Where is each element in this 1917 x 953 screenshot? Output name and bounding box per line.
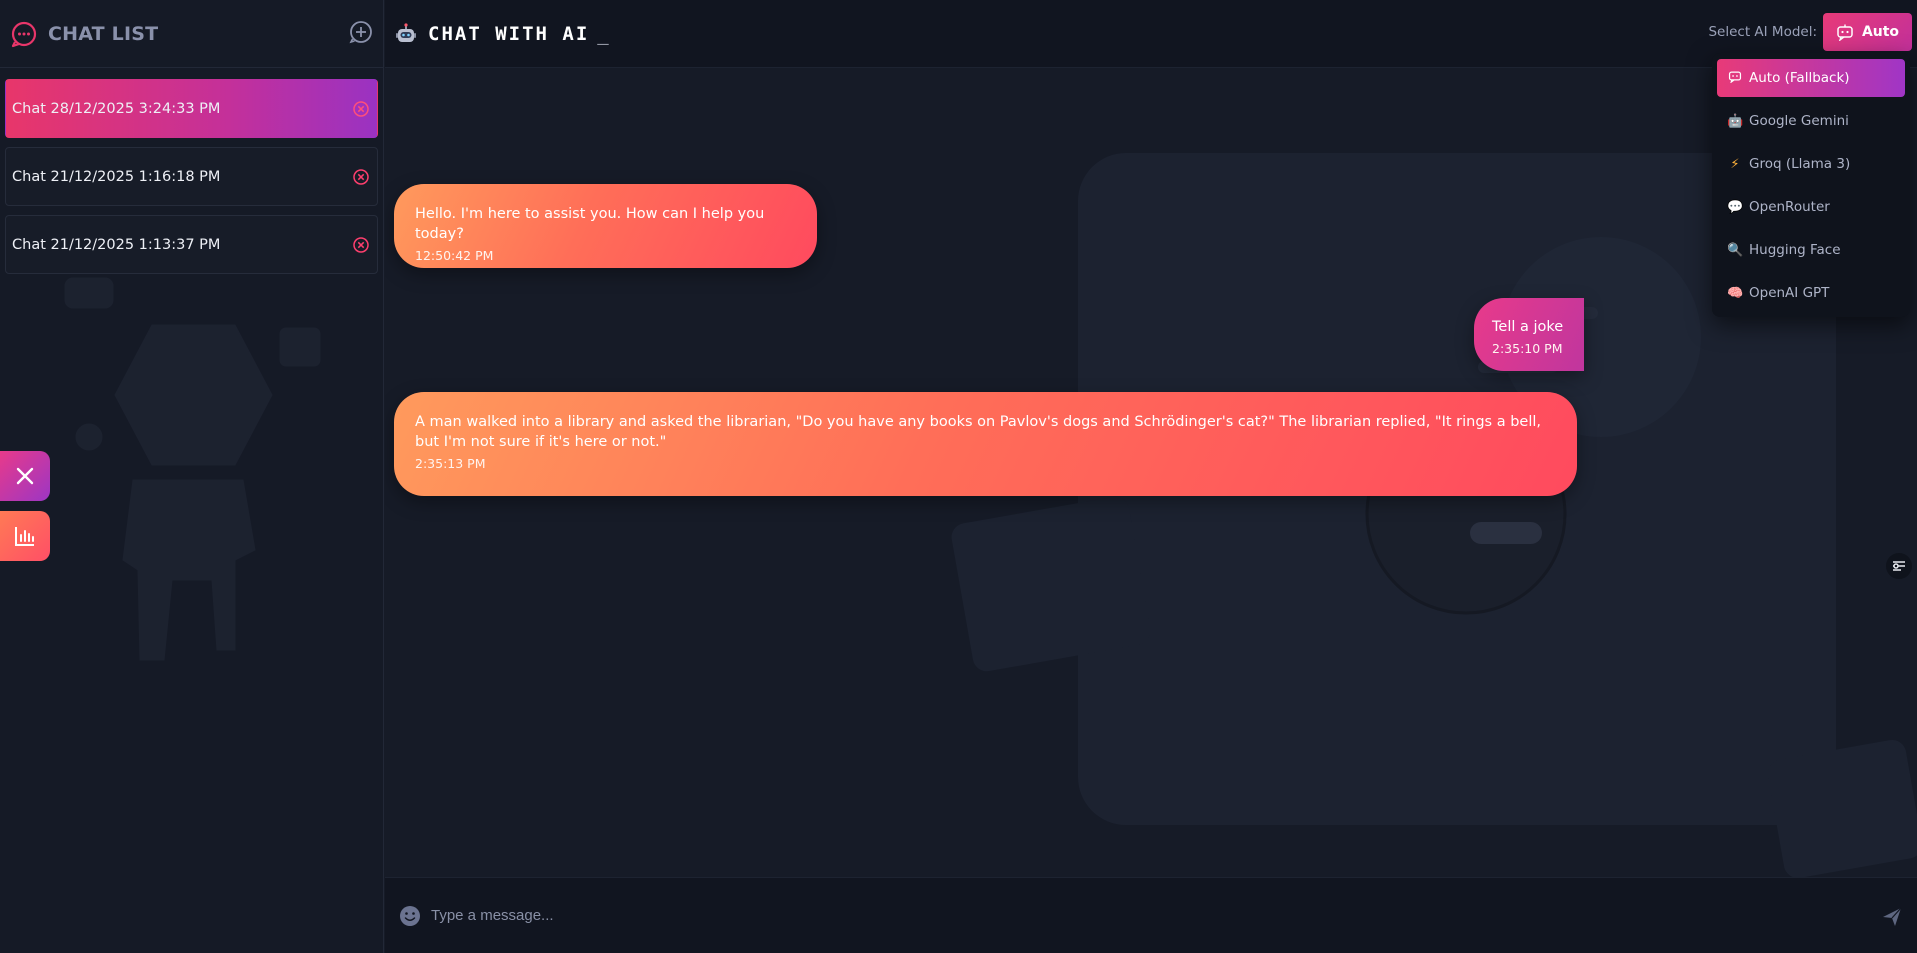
lightning-icon: ⚡ bbox=[1730, 156, 1740, 172]
close-icon bbox=[16, 467, 34, 485]
delete-chat-icon[interactable] bbox=[351, 167, 371, 187]
chat-list-item[interactable]: Chat 21/12/2025 1:16:18 PM bbox=[5, 147, 378, 206]
message-timestamp: 2:35:10 PM bbox=[1492, 341, 1563, 356]
message-text: Hello. I'm here to assist you. How can I… bbox=[415, 206, 765, 242]
emoji-icon[interactable] bbox=[399, 905, 421, 927]
chat-list-item[interactable]: Chat 28/12/2025 3:24:33 PM bbox=[5, 79, 378, 138]
message-area[interactable]: Hello. I'm here to assist you. How can I… bbox=[385, 69, 1917, 877]
message-input-bar bbox=[385, 877, 1917, 953]
message-text: Tell a joke bbox=[1492, 319, 1564, 335]
model-option-label: Hugging Face bbox=[1749, 242, 1841, 258]
model-option-huggingface[interactable]: 🔍 Hugging Face bbox=[1717, 231, 1905, 269]
message-text: A man walked into a library and asked th… bbox=[415, 414, 1541, 450]
model-option-label: Groq (Llama 3) bbox=[1749, 156, 1851, 172]
model-option-label: Auto (Fallback) bbox=[1749, 70, 1850, 86]
brain-icon: 🧠 bbox=[1727, 285, 1744, 301]
robot-icon bbox=[396, 22, 416, 42]
sidebar-header: CHAT LIST bbox=[0, 0, 383, 68]
add-chat-icon bbox=[349, 21, 372, 44]
bot-icon bbox=[1727, 69, 1743, 87]
send-icon[interactable] bbox=[1881, 906, 1903, 928]
sliders-icon bbox=[1893, 561, 1905, 571]
chat-header: CHAT WITH AI _ Select AI Model: Auto bbox=[385, 0, 1917, 68]
chat-list-item-label: Chat 21/12/2025 1:16:18 PM bbox=[12, 168, 221, 185]
new-chat-button[interactable] bbox=[348, 19, 374, 45]
chat-bubble-icon bbox=[10, 20, 38, 48]
model-option-label: Google Gemini bbox=[1749, 113, 1849, 129]
model-option-groq[interactable]: ⚡ Groq (Llama 3) bbox=[1717, 145, 1905, 183]
ai-message: Hello. I'm here to assist you. How can I… bbox=[394, 184, 817, 268]
bar-chart-icon bbox=[15, 527, 34, 546]
message-timestamp: 2:35:13 PM bbox=[415, 456, 486, 471]
close-sidebar-button[interactable] bbox=[0, 451, 50, 501]
model-select-value: Auto bbox=[1861, 24, 1900, 40]
chat-main: CHAT WITH AI _ Select AI Model: Auto Hel… bbox=[385, 0, 1917, 953]
model-dropdown: Auto (Fallback) 🤖 Google Gemini ⚡ Groq (… bbox=[1712, 53, 1910, 317]
model-select-button[interactable]: Auto bbox=[1823, 13, 1912, 51]
chat-list-item-label: Chat 21/12/2025 1:13:37 PM bbox=[12, 236, 221, 253]
model-option-openrouter[interactable]: 💬 OpenRouter bbox=[1717, 188, 1905, 226]
delete-chat-icon[interactable] bbox=[351, 99, 371, 119]
stats-button[interactable] bbox=[0, 511, 50, 561]
delete-chat-icon[interactable] bbox=[351, 235, 371, 255]
bot-icon bbox=[1837, 24, 1853, 41]
model-option-gemini[interactable]: 🤖 Google Gemini bbox=[1717, 102, 1905, 140]
ai-message: A man walked into a library and asked th… bbox=[394, 392, 1577, 496]
chat-list: Chat 28/12/2025 3:24:33 PM Chat 21/12/20… bbox=[5, 79, 379, 283]
speech-bubble-icon: 💬 bbox=[1727, 199, 1744, 215]
model-select-label: Select AI Model: bbox=[1708, 24, 1817, 40]
chat-list-item[interactable]: Chat 21/12/2025 1:13:37 PM bbox=[5, 215, 378, 274]
model-option-openai[interactable]: 🧠 OpenAI GPT bbox=[1717, 274, 1905, 312]
robot-icon: 🤖 bbox=[1727, 113, 1744, 129]
message-input[interactable] bbox=[431, 895, 1831, 936]
user-message: Tell a joke 2:35:10 PM bbox=[1474, 298, 1584, 371]
settings-toggle-button[interactable] bbox=[1886, 553, 1912, 579]
chat-list-item-label: Chat 28/12/2025 3:24:33 PM bbox=[12, 100, 221, 117]
model-option-auto[interactable]: Auto (Fallback) bbox=[1717, 59, 1905, 97]
chat-sidebar: CHAT LIST Chat 28/12/2025 3:24:33 PM Cha… bbox=[0, 0, 384, 953]
magnifier-icon: 🔍 bbox=[1727, 242, 1744, 258]
model-option-label: OpenAI GPT bbox=[1749, 285, 1830, 301]
sidebar-title: CHAT LIST bbox=[48, 22, 159, 45]
typing-cursor: _ bbox=[597, 22, 609, 45]
chat-title: CHAT WITH AI bbox=[428, 22, 590, 45]
message-timestamp: 12:50:42 PM bbox=[415, 248, 494, 263]
model-option-label: OpenRouter bbox=[1749, 199, 1830, 215]
